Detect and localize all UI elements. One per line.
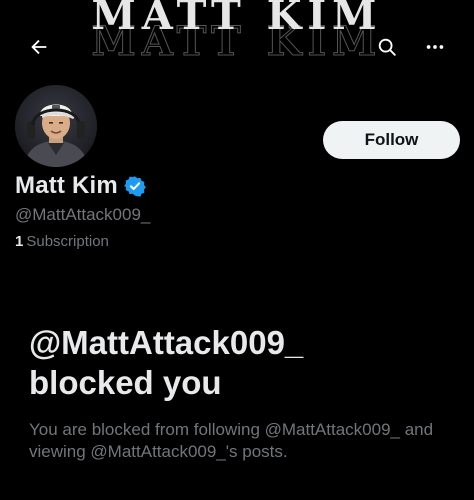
subscriptions-label: Subscription xyxy=(26,233,109,250)
more-options-button[interactable] xyxy=(418,30,452,64)
blocked-title-text: blocked you xyxy=(29,364,222,401)
profile-handle: @MattAttack009_ xyxy=(15,205,151,224)
blocked-title: @MattAttack009_ blocked you xyxy=(29,323,459,403)
search-button[interactable] xyxy=(370,30,404,64)
back-button[interactable] xyxy=(22,30,56,64)
search-icon xyxy=(378,38,396,56)
verified-badge-icon[interactable] xyxy=(124,175,146,197)
profile-page: MATT KIM MATT KIM Follow Matt Kim @MattA… xyxy=(0,0,474,500)
name-row: Matt Kim xyxy=(15,172,146,200)
display-name: Matt Kim xyxy=(15,172,118,199)
subscriptions-count: 1 xyxy=(15,233,24,250)
follow-button[interactable]: Follow xyxy=(323,121,460,159)
more-options-icon xyxy=(426,45,444,49)
profile-avatar[interactable] xyxy=(12,82,100,170)
back-arrow-icon xyxy=(31,39,47,55)
subscriptions-link[interactable]: 1 Subscription xyxy=(15,233,109,250)
avatar-photo xyxy=(15,85,97,167)
blocked-description: You are blocked from following @MattAtta… xyxy=(29,420,434,461)
blocked-title-handle: @MattAttack009_ xyxy=(29,324,304,361)
